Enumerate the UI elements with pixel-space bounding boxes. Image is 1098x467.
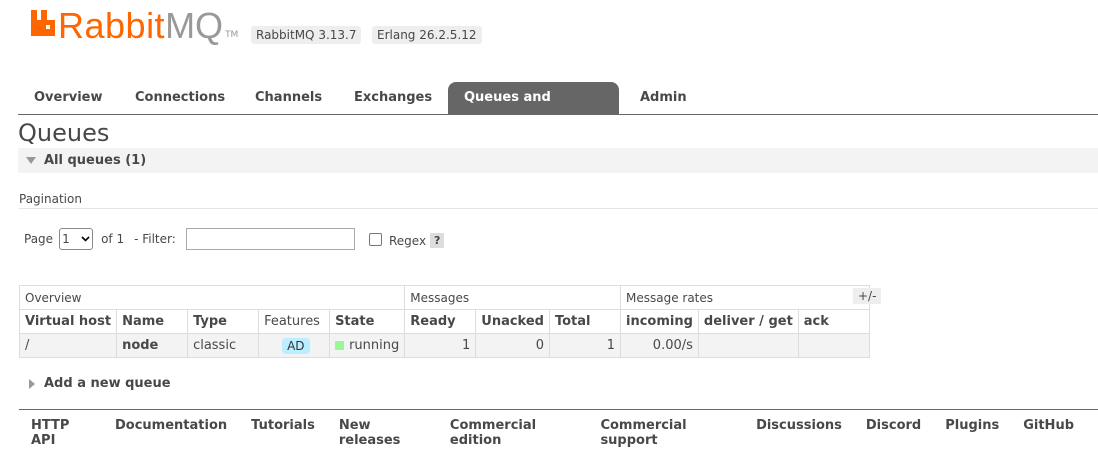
col-header-features: Features [258,309,331,334]
feature-badge-ad: AD [282,337,310,354]
main-nav-tabs: Overview Connections Channels Exchanges … [18,82,1098,137]
footer-link-documentation[interactable]: Documentation [115,418,227,448]
pagination-label: Pagination [19,192,82,206]
cell-ack [797,333,870,358]
group-header-message-rates: Message rates [619,285,870,310]
cell-ready: 1 [404,333,477,358]
footer-divider [19,409,1098,410]
col-header-ready[interactable]: Ready [404,309,477,334]
col-header-total[interactable]: Total [548,309,621,334]
rabbitmq-logo[interactable]: Rabbit MQ TM [30,8,238,44]
expand-triangle-icon [29,378,35,389]
filter-label: - Filter: [134,232,176,246]
cell-unacked: 0 [475,333,550,358]
tab-exchanges[interactable]: Exchanges [338,82,448,114]
queue-name-link[interactable]: node [116,333,189,358]
status-running-indicator [335,341,345,350]
col-header-name[interactable]: Name [116,309,189,334]
footer-link-new-releases[interactable]: New releases [339,418,426,448]
footer-link-commercial-edition[interactable]: Commercial edition [450,418,577,448]
page-title: Queues [18,119,110,147]
add-new-queue-label: Add a new queue [44,376,171,391]
table-row[interactable]: / node classic AD running 1 0 1 0.00/s [18,333,870,358]
state-label: running [349,338,400,353]
logo-rabbit-text: Rabbit [58,5,166,46]
col-header-deliver-get[interactable]: deliver / get [697,309,799,334]
filter-input[interactable] [186,228,355,250]
col-header-ack[interactable]: ack [797,309,870,334]
col-header-state[interactable]: State [329,309,406,334]
rabbitmq-logo-icon [31,10,55,36]
tab-queues-and-streams[interactable]: Queues and Streams [448,82,619,137]
col-header-unacked[interactable]: Unacked [475,309,550,334]
cell-state: running [329,333,406,358]
col-header-incoming[interactable]: incoming [619,309,699,334]
tab-connections[interactable]: Connections [119,82,241,114]
cell-features: AD [258,333,331,358]
footer-link-github[interactable]: GitHub [1023,418,1074,448]
table-group-header-row: Overview Messages Message rates [18,285,870,310]
chevron-down-icon [81,236,90,242]
logo-trademark: TM [225,30,239,40]
regex-help-button[interactable]: ? [430,233,445,248]
all-queues-section-toggle[interactable]: All queues (1) [18,148,1098,173]
cell-deliver-get [697,333,799,358]
page-select[interactable]: 1 [59,228,94,250]
group-header-messages: Messages [404,285,621,310]
erlang-version-badge: Erlang 26.2.5.12 [372,26,482,44]
collapse-triangle-icon [26,157,36,164]
footer-link-discussions[interactable]: Discussions [756,418,842,448]
footer-link-plugins[interactable]: Plugins [945,418,999,448]
footer-link-http-api[interactable]: HTTP API [31,418,91,448]
tab-overview[interactable]: Overview [18,82,119,114]
pagination-divider [19,208,1098,209]
group-header-overview: Overview [18,285,406,310]
tab-channels[interactable]: Channels [239,82,338,114]
add-new-queue-toggle[interactable]: Add a new queue [29,376,171,391]
page-label: Page [24,232,54,246]
rabbitmq-version-badge: RabbitMQ 3.13.7 [251,26,362,44]
page-select-value: 1 [62,232,70,246]
pagination-row: Page 1 of 1 - Filter: [24,228,176,250]
cell-virtual-host: / [18,333,118,358]
logo-mq-text: MQ [165,5,224,46]
cell-total: 1 [548,333,621,358]
queues-table: Overview Messages Message rates Virtual … [18,285,870,358]
regex-checkbox[interactable] [369,233,382,246]
footer-link-discord[interactable]: Discord [866,418,921,448]
columns-toggle-button[interactable]: +/- [853,288,882,304]
cell-type: classic [187,333,260,358]
all-queues-section-title: All queues (1) [44,153,147,168]
col-header-virtual-host[interactable]: Virtual host [18,309,118,334]
page-count-label: of 1 [101,232,125,246]
table-column-header-row: Virtual host Name Type Features State Re… [18,309,870,334]
footer-link-tutorials[interactable]: Tutorials [251,418,315,448]
tab-admin[interactable]: Admin [624,82,703,114]
cell-incoming: 0.00/s [619,333,699,358]
col-header-type[interactable]: Type [187,309,260,334]
footer-links: HTTP API Documentation Tutorials New rel… [31,418,1098,448]
regex-label: Regex [389,234,427,248]
footer-link-commercial-support[interactable]: Commercial support [600,418,732,448]
